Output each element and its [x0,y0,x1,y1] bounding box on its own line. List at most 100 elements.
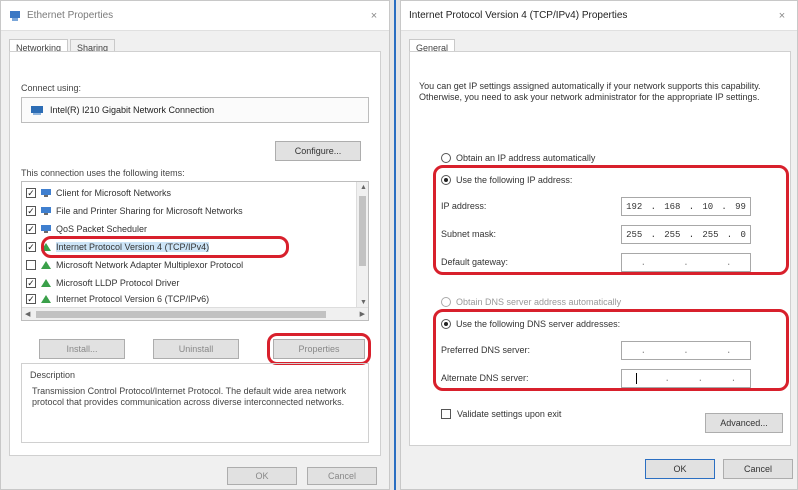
network-adapter-icon [10,10,20,21]
scroll-left-arrow-icon[interactable]: ◀ [25,310,30,318]
item-checkbox[interactable]: ✓ [26,242,36,252]
item-label: Client for Microsoft Networks [56,188,172,198]
adapter-name: Intel(R) I210 Gigabit Network Connection [50,105,215,115]
use-following-ip-label: Use the following IP address: [456,175,573,185]
right-cancel-button[interactable]: Cancel [723,459,793,479]
use-following-dns-option[interactable]: Use the following DNS server addresses: [441,317,620,331]
subnet-mask-input[interactable]: 255. 255. 255. 0 [621,225,751,244]
network-service-icon [41,225,51,233]
obtain-ip-auto-option[interactable]: Obtain an IP address automatically [441,151,595,165]
network-client-icon [41,189,51,197]
advanced-button[interactable]: Advanced... [705,413,783,433]
ip-octet: 99 [735,201,746,212]
vertical-scrollbar[interactable]: ▲ ▼ [356,182,368,308]
use-following-ip-option[interactable]: Use the following IP address: [441,173,572,187]
nic-icon [31,106,43,115]
ip-address-input[interactable]: 192. 168. 10. 99 [621,197,751,216]
ip-octet: 10 [702,201,714,212]
mask-octet: 255 [626,229,643,240]
item-label: Internet Protocol Version 4 (TCP/IPv4) [56,242,210,252]
ip-address-label: IP address: [441,201,487,211]
preferred-dns-label: Preferred DNS server: [441,345,531,355]
right-ok-button[interactable]: OK [645,459,715,479]
protocol-icon [41,243,51,251]
scroll-up-arrow-icon[interactable]: ▲ [360,184,367,191]
scroll-right-arrow-icon[interactable]: ▶ [360,310,365,318]
scroll-down-arrow-icon[interactable]: ▼ [360,299,367,306]
left-titlebar: Ethernet Properties × [1,1,389,31]
item-checkbox[interactable]: ✓ [26,188,36,198]
item-label: File and Printer Sharing for Microsoft N… [56,206,243,216]
horizontal-scroll-thumb[interactable] [36,311,326,318]
list-item[interactable]: ✓ File and Printer Sharing for Microsoft… [26,204,243,218]
ip-octet: 192 [626,201,643,212]
item-checkbox[interactable]: ✓ [26,278,36,288]
ipv4-properties-window: Internet Protocol Version 4 (TCP/IPv4) P… [400,0,798,490]
list-item-selected[interactable]: ✓ Internet Protocol Version 4 (TCP/IPv4) [26,240,210,254]
list-item[interactable]: ✓ Internet Protocol Version 6 (TCP/IPv6) [26,292,209,306]
left-cancel-button[interactable]: Cancel [307,467,377,485]
items-list[interactable]: ✓ Client for Microsoft Networks ✓ File a… [21,181,369,321]
obtain-ip-auto-radio[interactable] [441,153,451,163]
item-checkbox[interactable]: ✓ [26,206,36,216]
accent-line [394,0,396,490]
alternate-dns-label: Alternate DNS server: [441,373,529,383]
alternate-dns-input[interactable]: ... [621,369,751,388]
properties-button[interactable]: Properties [273,339,365,359]
validate-label: Validate settings upon exit [457,409,562,419]
left-close-button[interactable]: × [367,10,381,22]
description-label: Description [30,370,76,380]
uninstall-button[interactable]: Uninstall [153,339,239,359]
obtain-dns-auto-label: Obtain DNS server address automatically [456,297,622,307]
right-titlebar: Internet Protocol Version 4 (TCP/IPv4) P… [401,1,797,31]
default-gateway-input[interactable]: ... [621,253,751,272]
network-service-icon [41,207,51,215]
connect-using-label: Connect using: [21,83,82,93]
list-item[interactable]: ✓ Client for Microsoft Networks [26,186,171,200]
items-label: This connection uses the following items… [21,168,185,178]
list-item[interactable]: ✓ Microsoft LLDP Protocol Driver [26,276,179,290]
protocol-icon [41,261,51,269]
item-checkbox[interactable]: ✓ [26,294,36,304]
item-checkbox[interactable] [26,260,36,270]
intro-text: You can get IP settings assigned automat… [419,81,761,102]
use-following-dns-label: Use the following DNS server addresses: [456,319,621,329]
mask-octet: 0 [740,229,746,240]
obtain-dns-auto-option[interactable]: Obtain DNS server address automatically [441,295,621,309]
obtain-dns-auto-radio[interactable] [441,297,451,307]
left-window-title: Ethernet Properties [27,10,114,21]
item-label: Internet Protocol Version 6 (TCP/IPv6) [56,294,210,304]
subnet-mask-label: Subnet mask: [441,229,497,239]
item-checkbox[interactable]: ✓ [26,224,36,234]
preferred-dns-input[interactable]: ... [621,341,751,360]
validate-option[interactable]: Validate settings upon exit [441,409,561,419]
item-label: Microsoft LLDP Protocol Driver [56,278,180,288]
list-item[interactable]: ✓ QoS Packet Scheduler [26,222,147,236]
list-item[interactable]: Microsoft Network Adapter Multiplexor Pr… [26,258,243,272]
ethernet-properties-window: Ethernet Properties × Networking Sharing… [0,0,390,490]
vertical-scroll-thumb[interactable] [359,196,366,266]
window-divider [390,0,400,490]
use-following-ip-radio[interactable] [441,175,451,185]
use-following-dns-radio[interactable] [441,319,451,329]
right-window-title: Internet Protocol Version 4 (TCP/IPv4) P… [409,10,628,21]
text-caret [635,373,637,384]
ip-octet: 168 [664,201,681,212]
item-label: Microsoft Network Adapter Multiplexor Pr… [56,260,244,270]
default-gateway-label: Default gateway: [441,257,509,267]
horizontal-scrollbar[interactable]: ◀ ▶ [22,307,368,320]
adapter-field: Intel(R) I210 Gigabit Network Connection [21,97,369,123]
description-text: Transmission Control Protocol/Internet P… [32,386,347,407]
protocol-icon [41,279,51,287]
description-group: Description Transmission Control Protoco… [21,363,369,443]
mask-octet: 255 [702,229,719,240]
install-button[interactable]: Install... [39,339,125,359]
obtain-ip-auto-label: Obtain an IP address automatically [456,153,596,163]
protocol-icon [41,295,51,303]
mask-octet: 255 [664,229,681,240]
item-label: QoS Packet Scheduler [56,224,148,234]
right-close-button[interactable]: × [775,10,789,22]
left-ok-button[interactable]: OK [227,467,297,485]
validate-checkbox[interactable] [441,409,451,419]
configure-button[interactable]: Configure... [275,141,361,161]
